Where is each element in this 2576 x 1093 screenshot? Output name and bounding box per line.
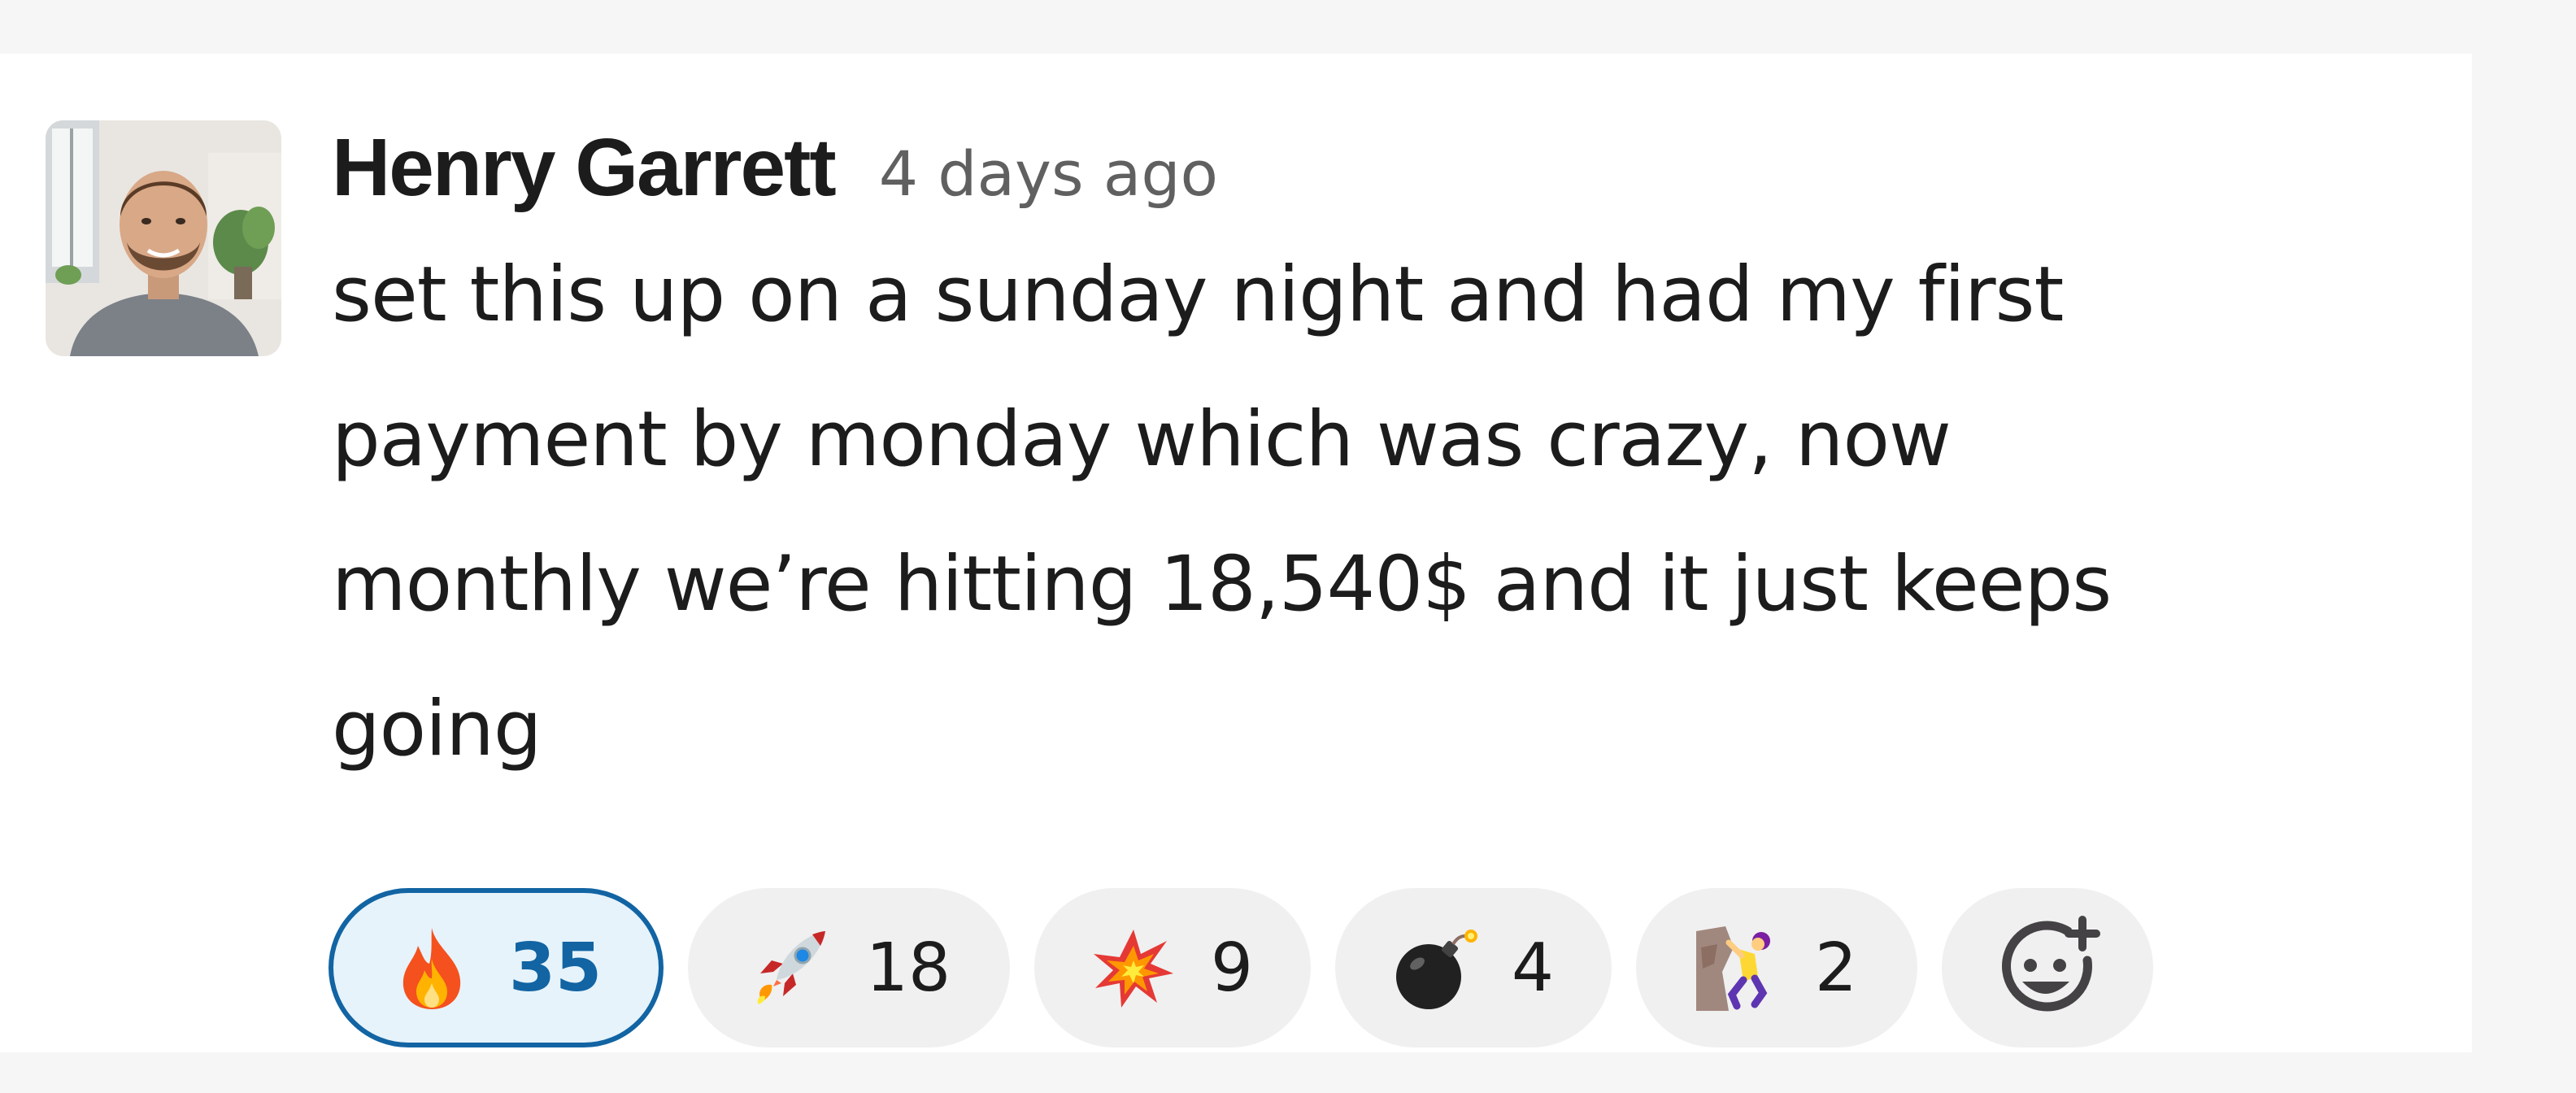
reaction-count: 35 xyxy=(508,929,603,1007)
bomb-emoji-icon xyxy=(1395,930,1477,1009)
add-reaction-button[interactable] xyxy=(1942,888,2153,1047)
reaction-count: 9 xyxy=(1210,929,1254,1007)
message-line: going xyxy=(332,685,542,773)
reaction-climber[interactable]: 2 xyxy=(1636,888,1917,1047)
reaction-rocket[interactable]: 18 xyxy=(688,888,1010,1047)
message-content: Henry Garrett 4 days ago set this up on … xyxy=(332,112,2413,802)
add-reaction-icon xyxy=(2002,916,2100,1012)
message-text: set this up on a sunday night and had my… xyxy=(332,223,2413,802)
reaction-collision[interactable]: 9 xyxy=(1034,888,1311,1047)
message-line: payment by monday which was crazy, now xyxy=(332,395,1952,484)
reaction-count: 4 xyxy=(1511,929,1555,1007)
avatar-photo xyxy=(46,120,281,356)
fire-emoji-icon xyxy=(402,928,461,1009)
climber-emoji-icon xyxy=(1695,926,1770,1011)
reaction-count: 18 xyxy=(865,929,951,1007)
reaction-fire[interactable]: 35 xyxy=(329,888,664,1047)
message-header: Henry Garrett 4 days ago xyxy=(332,112,2413,223)
message-line: set this up on a sunday night and had my… xyxy=(332,250,2064,339)
author-name[interactable]: Henry Garrett xyxy=(332,112,837,223)
reaction-bar: 35 18 9 4 2 xyxy=(329,888,2153,1047)
avatar[interactable] xyxy=(46,120,281,356)
message-card: Henry Garrett 4 days ago set this up on … xyxy=(0,54,2472,1052)
reaction-bomb[interactable]: 4 xyxy=(1335,888,1612,1047)
rocket-emoji-icon xyxy=(757,931,825,1004)
reaction-count: 2 xyxy=(1814,929,1858,1007)
collision-emoji-icon xyxy=(1093,930,1173,1008)
message-line: monthly we’re hitting 18,540$ and it jus… xyxy=(332,540,2112,629)
timestamp[interactable]: 4 days ago xyxy=(879,119,1218,229)
